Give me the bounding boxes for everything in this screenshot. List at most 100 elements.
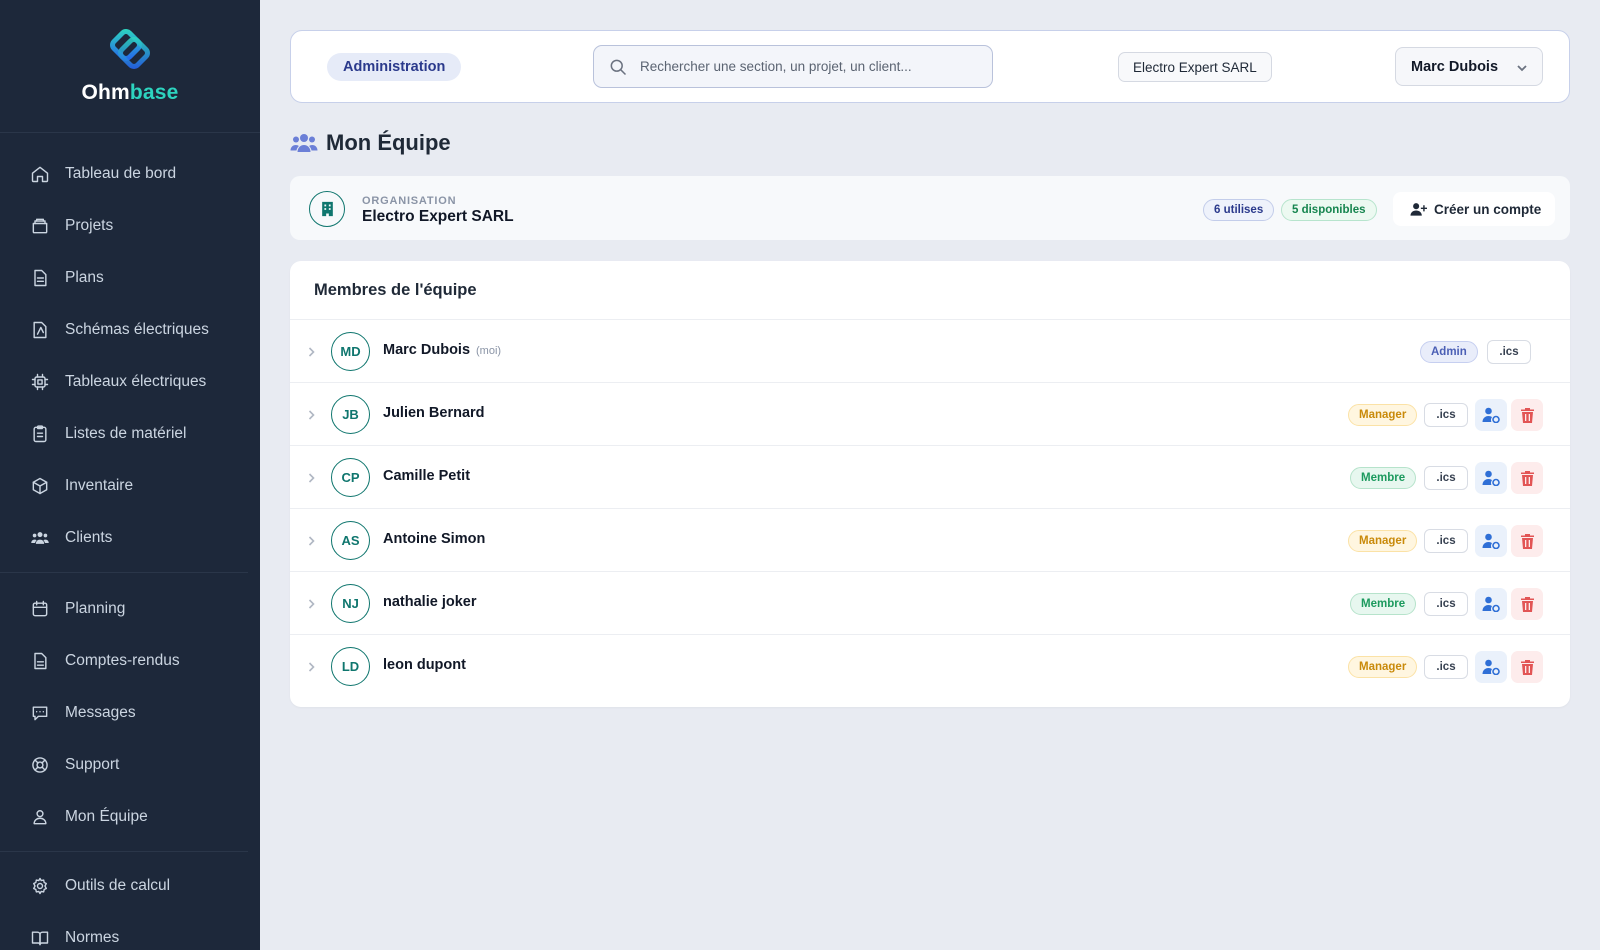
chevron-right-icon[interactable] [307, 662, 316, 672]
trash-icon [1520, 533, 1534, 549]
delete-user-button[interactable] [1511, 588, 1543, 620]
member-name: nathalie joker [383, 594, 477, 610]
delete-user-button[interactable] [1511, 462, 1543, 494]
nav-group-tertiary: Outils de calcul Normes [0, 852, 248, 950]
folder-icon [32, 218, 48, 234]
sidebar-item-label: Clients [65, 529, 113, 546]
sidebar: Ohmbase Tableau de bord Projets Plans Sc… [0, 0, 260, 950]
user-name: Marc Dubois [1411, 58, 1499, 75]
chevron-down-icon [1517, 65, 1527, 72]
sidebar-item-support[interactable]: Support [0, 739, 248, 791]
ics-export-button[interactable]: .ics [1424, 655, 1468, 679]
delete-user-button[interactable] [1511, 651, 1543, 683]
schema-icon [33, 321, 47, 339]
ics-export-button[interactable]: .ics [1424, 403, 1468, 427]
sidebar-item-outils-de-calcul[interactable]: Outils de calcul [0, 860, 248, 912]
manage-user-button[interactable] [1475, 399, 1507, 431]
chevron-right-icon[interactable] [307, 410, 316, 420]
brand-name: Ohmbase [81, 81, 179, 104]
ics-export-button[interactable]: .ics [1424, 592, 1468, 616]
report-icon [34, 652, 47, 670]
sidebar-item-label: Plans [65, 269, 104, 286]
sidebar-item-plans[interactable]: Plans [0, 252, 248, 304]
trash-icon [1520, 596, 1534, 612]
manage-user-button[interactable] [1475, 588, 1507, 620]
manage-user-button[interactable] [1475, 651, 1507, 683]
member-row[interactable]: JB Julien Bernard Manager .ics [290, 383, 1570, 446]
ics-export-button[interactable]: .ics [1424, 529, 1468, 553]
user-settings-icon [1482, 596, 1500, 612]
search-input[interactable] [640, 59, 970, 74]
sidebar-item-label: Tableau de bord [65, 165, 177, 182]
building-icon [309, 191, 345, 227]
sidebar-item-messages[interactable]: Messages [0, 687, 248, 739]
avatar: MD [331, 332, 370, 371]
user-settings-icon [1482, 407, 1500, 423]
users-icon [31, 532, 49, 544]
lifebuoy-icon [32, 757, 48, 773]
box-icon [32, 477, 48, 495]
member-row[interactable]: MD Marc Dubois (moi) Admin .ics [290, 320, 1570, 383]
sidebar-item-clients[interactable]: Clients [0, 512, 248, 564]
top-bar: Administration Electro Expert SARL Marc … [290, 30, 1570, 103]
sidebar-item-comptes-rendus[interactable]: Comptes-rendus [0, 635, 248, 687]
sidebar-item-projets[interactable]: Projets [0, 200, 248, 252]
user-settings-icon [1482, 533, 1500, 549]
role-badge: Membre [1350, 593, 1417, 615]
manage-user-button[interactable] [1475, 525, 1507, 557]
sidebar-item-label: Comptes-rendus [65, 652, 180, 669]
sidebar-item-planning[interactable]: Planning [0, 583, 248, 635]
chevron-right-icon[interactable] [307, 473, 316, 483]
member-name: Julien Bernard [383, 405, 485, 421]
member-row[interactable]: AS Antoine Simon Manager .ics [290, 509, 1570, 572]
chevron-right-icon[interactable] [307, 536, 316, 546]
member-row[interactable]: CP Camille Petit Membre .ics [290, 446, 1570, 509]
section-badge[interactable]: Administration [327, 53, 462, 81]
sidebar-item-schemas-electriques[interactable]: Schémas électriques [0, 304, 248, 356]
ics-export-button[interactable]: .ics [1424, 466, 1468, 490]
sidebar-item-tableaux-electriques[interactable]: Tableaux électriques [0, 356, 248, 408]
role-badge: Manager [1348, 656, 1418, 678]
member-name: Antoine Simon [383, 531, 486, 547]
member-row[interactable]: NJ nathalie joker Membre .ics [290, 572, 1570, 635]
team-icon [290, 134, 318, 152]
user-menu[interactable]: Marc Dubois [1395, 47, 1543, 86]
ohmbase-logo-icon [110, 29, 150, 69]
chevron-right-icon[interactable] [307, 599, 316, 609]
organization-chip[interactable]: Electro Expert SARL [1118, 52, 1272, 82]
avatar: NJ [331, 584, 370, 623]
delete-user-button[interactable] [1511, 525, 1543, 557]
team-icon [33, 810, 47, 825]
page-title-text: Mon Équipe [326, 130, 451, 155]
page-title: Mon Équipe [290, 130, 451, 156]
sidebar-item-mon-equipe[interactable]: Mon Équipe [0, 791, 248, 843]
create-account-button[interactable]: Créer un compte [1393, 192, 1555, 226]
nav-group-secondary: Planning Comptes-rendus Messages Support… [0, 573, 248, 852]
seats-available-badge: 5 disponibles [1281, 199, 1377, 221]
sidebar-item-normes[interactable]: Normes [0, 912, 248, 950]
gear-icon [33, 877, 47, 895]
search-box[interactable] [593, 45, 993, 88]
chevron-right-icon[interactable] [307, 347, 316, 357]
organization-name: Electro Expert SARL [362, 208, 514, 225]
sidebar-item-label: Outils de calcul [65, 877, 171, 894]
sidebar-item-listes-de-materiel[interactable]: Listes de matériel [0, 408, 248, 460]
members-header: Membres de l'équipe [290, 261, 1570, 320]
user-settings-icon [1482, 659, 1500, 675]
sidebar-item-tableau-de-bord[interactable]: Tableau de bord [0, 148, 248, 200]
sidebar-item-inventaire[interactable]: Inventaire [0, 460, 248, 512]
sidebar-item-label: Projets [65, 217, 114, 234]
trash-icon [1520, 659, 1534, 675]
add-user-icon [1410, 202, 1427, 216]
manage-user-button[interactable] [1475, 462, 1507, 494]
delete-user-button[interactable] [1511, 399, 1543, 431]
sidebar-item-label: Normes [65, 929, 120, 946]
chat-icon [32, 706, 48, 721]
home-icon [31, 166, 49, 183]
ics-export-button[interactable]: .ics [1487, 340, 1531, 364]
member-row[interactable]: LD leon dupont Manager .ics [290, 635, 1570, 698]
search-icon [610, 59, 627, 75]
main-content: Administration Electro Expert SARL Marc … [260, 0, 1600, 950]
role-badge: Manager [1348, 530, 1418, 552]
member-name: leon dupont [383, 657, 466, 673]
